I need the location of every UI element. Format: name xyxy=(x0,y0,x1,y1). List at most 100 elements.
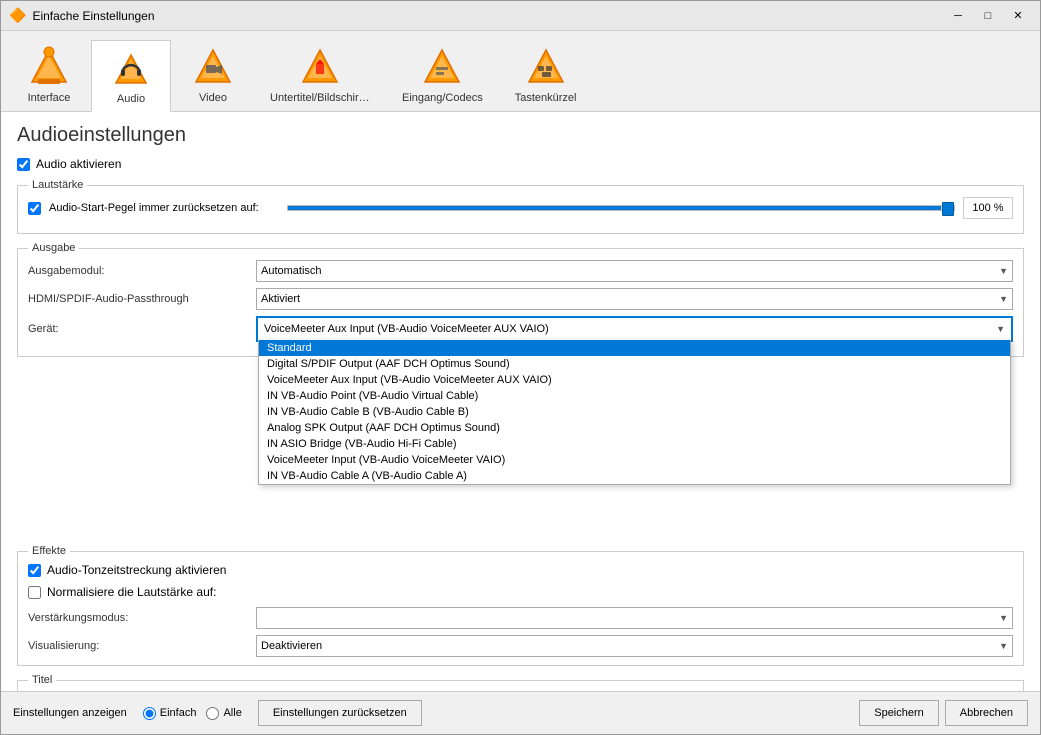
audio-tab-icon xyxy=(110,47,152,89)
effekte-legend: Effekte xyxy=(28,545,70,557)
title-bar-left: 🔶 Einfache Einstellungen xyxy=(9,7,155,24)
reset-button[interactable]: Einstellungen zurücksetzen xyxy=(258,700,422,726)
main-window: 🔶 Einfache Einstellungen ─ □ ✕ Interface xyxy=(0,0,1041,735)
radio-all-label: Alle xyxy=(206,707,241,720)
radio-simple-text: Einfach xyxy=(160,707,197,719)
normalize-label: Normalisiere die Lautstärke auf: xyxy=(47,585,216,599)
hdmi-arrow-icon: ▼ xyxy=(999,294,1008,304)
window-title: Einfache Einstellungen xyxy=(32,9,154,23)
ausgabemodul-value: Automatisch xyxy=(261,265,322,277)
titel-group: Titel Bevorzugte Audiosprache: Gespielte… xyxy=(17,674,1024,691)
tab-hotkeys[interactable]: Tastenkürzel xyxy=(500,39,592,111)
geraet-row: Gerät: VoiceMeeter Aux Input (VB-Audio V… xyxy=(28,316,1013,342)
ausgabe-group: Ausgabe Ausgabemodul: Automatisch ▼ HDMI… xyxy=(17,242,1024,357)
tab-audio[interactable]: Audio xyxy=(91,40,171,112)
radio-all[interactable] xyxy=(206,707,219,720)
subtitles-tab-icon xyxy=(299,46,341,88)
normalize-row: Normalisiere die Lautstärke auf: xyxy=(28,585,1013,599)
page-title: Audioeinstellungen xyxy=(17,124,1024,147)
maximize-button[interactable]: □ xyxy=(974,5,1002,27)
visualisierung-select[interactable]: Deaktivieren ▼ xyxy=(256,635,1013,657)
lautstaerke-legend: Lautstärke xyxy=(28,179,87,191)
tab-subtitles[interactable]: Untertitel/Bildschirmanzeige xyxy=(255,39,385,111)
hdmi-row: HDMI/SPDIF-Audio-Passthrough Aktiviert ▼ xyxy=(28,288,1013,310)
title-bar-buttons: ─ □ ✕ xyxy=(944,5,1032,27)
save-button[interactable]: Speichern xyxy=(859,700,939,726)
bottom-right: Speichern Abbrechen xyxy=(859,700,1028,726)
ausgabe-legend: Ausgabe xyxy=(28,242,79,254)
bottom-left: Einstellungen anzeigen Einfach Alle Eins… xyxy=(13,700,422,726)
dropdown-item-3[interactable]: IN VB-Audio Point (VB-Audio Virtual Cabl… xyxy=(259,388,1010,404)
dropdown-item-1[interactable]: Digital S/PDIF Output (AAF DCH Optimus S… xyxy=(259,356,1010,372)
dropdown-item-2[interactable]: VoiceMeeter Aux Input (VB-Audio VoiceMee… xyxy=(259,372,1010,388)
visualisierung-row: Visualisierung: Deaktivieren ▼ xyxy=(28,635,1013,657)
show-settings-label: Einstellungen anzeigen xyxy=(13,707,127,719)
hdmi-value: Aktiviert xyxy=(261,293,300,305)
dropdown-item-8[interactable]: IN VB-Audio Cable A (VB-Audio Cable A) xyxy=(259,468,1010,484)
dropdown-item-0[interactable]: Standard xyxy=(259,340,1010,356)
visualisierung-arrow-icon: ▼ xyxy=(999,641,1008,651)
visualisierung-value: Deaktivieren xyxy=(261,640,322,652)
tab-subtitles-label: Untertitel/Bildschirmanzeige xyxy=(270,92,370,104)
cancel-button[interactable]: Abbrechen xyxy=(945,700,1028,726)
tab-bar: Interface Audio xyxy=(1,31,1040,112)
tab-audio-label: Audio xyxy=(117,93,145,105)
audio-enable-checkbox[interactable] xyxy=(17,158,30,171)
dropdown-item-5[interactable]: Analog SPK Output (AAF DCH Optimus Sound… xyxy=(259,420,1010,436)
tab-codecs-label: Eingang/Codecs xyxy=(402,92,483,104)
verstaerkung-arrow-icon: ▼ xyxy=(999,613,1008,623)
minimize-button[interactable]: ─ xyxy=(944,5,972,27)
tab-interface-label: Interface xyxy=(28,92,71,104)
verstaerkung-row: Verstärkungsmodus: ▼ xyxy=(28,607,1013,629)
tab-video[interactable]: Video xyxy=(173,39,253,111)
audio-start-label: Audio-Start-Pegel immer zurücksetzen auf… xyxy=(49,202,279,214)
audio-start-checkbox[interactable] xyxy=(28,202,41,215)
volume-slider-track[interactable] xyxy=(287,205,955,211)
bottom-bar: Einstellungen anzeigen Einfach Alle Eins… xyxy=(1,691,1040,734)
dropdown-item-6[interactable]: IN ASIO Bridge (VB-Audio Hi-Fi Cable) xyxy=(259,436,1010,452)
interface-tab-icon xyxy=(28,46,70,88)
tab-interface[interactable]: Interface xyxy=(9,39,89,111)
dropdown-item-7[interactable]: VoiceMeeter Input (VB-Audio VoiceMeeter … xyxy=(259,452,1010,468)
geraet-select[interactable]: VoiceMeeter Aux Input (VB-Audio VoiceMee… xyxy=(256,316,1013,342)
tab-hotkeys-label: Tastenkürzel xyxy=(515,92,577,104)
dropdown-item-4[interactable]: IN VB-Audio Cable B (VB-Audio Cable B) xyxy=(259,404,1010,420)
settings-radio-group: Einfach Alle xyxy=(143,707,242,720)
ausgabemodul-select[interactable]: Automatisch ▼ xyxy=(256,260,1013,282)
radio-simple-label: Einfach xyxy=(143,707,197,720)
tonzeit-label: Audio-Tonzeitstreckung aktivieren xyxy=(47,563,226,577)
visualisierung-label: Visualisierung: xyxy=(28,640,248,652)
radio-all-text: Alle xyxy=(223,707,241,719)
volume-percent: 100 % xyxy=(963,197,1013,219)
geraet-select-header: VoiceMeeter Aux Input (VB-Audio VoiceMee… xyxy=(258,318,1011,340)
hdmi-label: HDMI/SPDIF-Audio-Passthrough xyxy=(28,293,248,305)
volume-slider-thumb[interactable] xyxy=(942,202,954,216)
ausgabemodul-arrow-icon: ▼ xyxy=(999,266,1008,276)
audio-enable-label: Audio aktivieren xyxy=(36,157,121,171)
radio-simple[interactable] xyxy=(143,707,156,720)
geraet-arrow-icon: ▼ xyxy=(996,324,1005,334)
audio-enable-row: Audio aktivieren xyxy=(17,157,1024,171)
lautstaerke-group: Lautstärke Audio-Start-Pegel immer zurüc… xyxy=(17,179,1024,234)
app-icon: 🔶 xyxy=(9,7,26,24)
verstaerkung-label: Verstärkungsmodus: xyxy=(28,612,248,624)
codecs-tab-icon xyxy=(421,46,463,88)
tab-codecs[interactable]: Eingang/Codecs xyxy=(387,39,498,111)
geraet-label: Gerät: xyxy=(28,323,248,335)
volume-slider-container: 100 % xyxy=(287,197,1013,219)
verstaerkung-select[interactable]: ▼ xyxy=(256,607,1013,629)
main-content: Audioeinstellungen Audio aktivieren Laut… xyxy=(1,112,1040,691)
tonzeit-row: Audio-Tonzeitstreckung aktivieren xyxy=(28,563,1013,577)
tonzeit-checkbox[interactable] xyxy=(28,564,41,577)
ausgabemodul-label: Ausgabemodul: xyxy=(28,265,248,277)
volume-slider-fill xyxy=(288,206,941,210)
audio-start-row: Audio-Start-Pegel immer zurücksetzen auf… xyxy=(28,197,1013,219)
titel-legend: Titel xyxy=(28,674,56,686)
geraet-selected-value: VoiceMeeter Aux Input (VB-Audio VoiceMee… xyxy=(264,323,549,335)
close-button[interactable]: ✕ xyxy=(1004,5,1032,27)
normalize-checkbox[interactable] xyxy=(28,586,41,599)
hdmi-select[interactable]: Aktiviert ▼ xyxy=(256,288,1013,310)
effekte-group: Effekte Audio-Tonzeitstreckung aktiviere… xyxy=(17,545,1024,666)
tab-video-label: Video xyxy=(199,92,227,104)
title-bar: 🔶 Einfache Einstellungen ─ □ ✕ xyxy=(1,1,1040,31)
